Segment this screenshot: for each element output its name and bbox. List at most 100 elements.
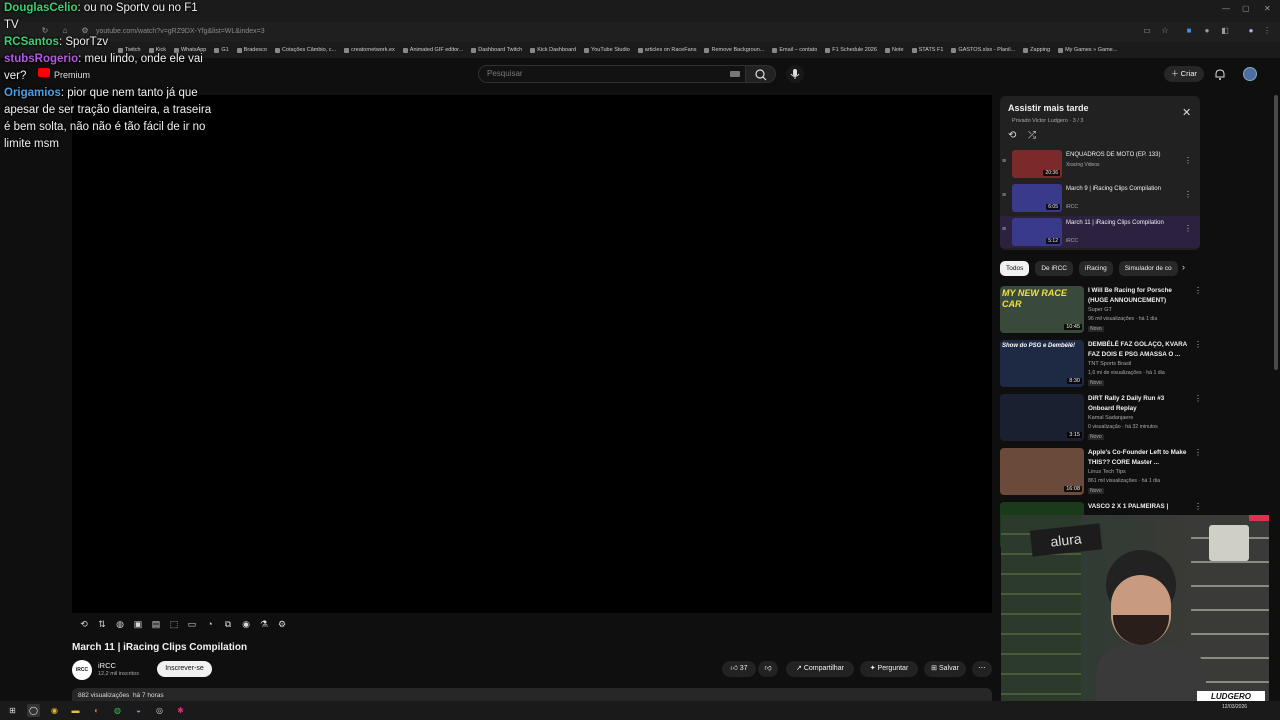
filter-icon[interactable]: ⚗ — [258, 618, 270, 630]
mini-player-icon[interactable]: ▭ — [186, 618, 198, 630]
subscribe-button[interactable]: Inscrever-se — [157, 661, 212, 677]
recommendation-channel[interactable]: Super GT — [1088, 307, 1112, 313]
recommendation-item[interactable]: Show do PSG e Dembélé! 8:30 DEMBÉLÉ FAZ GO… — [1000, 340, 1202, 392]
search-button[interactable] — [746, 65, 776, 83]
playlist-item[interactable]: ≡ 20:36 ENQUADROS DE MOTO (EP. 133) Xracing… — [1000, 148, 1200, 180]
ask-button[interactable]: ✦ Perguntar — [860, 661, 918, 677]
playlist-thumbnail[interactable]: 6:05 — [1012, 184, 1062, 212]
recommendation-channel[interactable]: Kamal Sadanjaere — [1088, 415, 1133, 421]
bookmark-item[interactable]: Cotações Câmbio, c... — [274, 47, 336, 53]
video-thumbnail[interactable]: Show do PSG e Dembélé! 8:30 — [1000, 340, 1084, 387]
playlist-item[interactable]: ≡ 5:12 March 11 | iRacing Clips Compilatio… — [1000, 216, 1200, 248]
browser-menu-icon[interactable]: ⋮ — [1262, 26, 1272, 36]
more-options-icon[interactable]: ⋮ — [1184, 224, 1192, 233]
resize-icon[interactable]: ⬚ — [168, 618, 180, 630]
profile-icon[interactable]: ● — [1246, 26, 1256, 36]
shuffle-icon[interactable]: ⤮ — [1028, 130, 1036, 141]
camera-icon[interactable]: ◉ — [240, 618, 252, 630]
recommendation-item[interactable]: MY NEW RACE CAR 10:45 I Will Be Racing for… — [1000, 286, 1202, 338]
more-options-icon[interactable]: ⋮ — [1194, 340, 1202, 349]
bookmark-item[interactable]: Remove Backgroun... — [704, 47, 764, 53]
loop-playlist-icon[interactable]: ⟲ — [1008, 130, 1016, 141]
drag-handle-icon[interactable]: ≡ — [1002, 226, 1006, 233]
recommendation-title[interactable]: Apple's Co-Founder Left to Make THIS?? C… — [1088, 448, 1188, 468]
video-thumbnail[interactable]: 3:15 — [1000, 394, 1084, 441]
bookmark-item[interactable]: GASTOS.xlsx - Planil... — [951, 47, 1015, 53]
dislike-button[interactable]: 👎︎ — [758, 661, 778, 677]
video-thumbnail[interactable]: MY NEW RACE CAR 10:45 — [1000, 286, 1084, 333]
scrollbar[interactable] — [1274, 95, 1278, 370]
create-button[interactable]: ＋ Criar — [1164, 66, 1204, 82]
bookmark-item[interactable]: My Games » Game... — [1058, 47, 1117, 53]
bookmark-item[interactable]: YouTube Studio — [584, 47, 630, 53]
share-button[interactable]: ↗ Compartilhar — [786, 661, 854, 677]
bookmark-item[interactable]: Bradesco — [236, 47, 267, 53]
url-field[interactable]: youtube.com/watch?v=gRZ9DX-Yfg&list=WL&i… — [92, 25, 1132, 39]
settings-icon[interactable]: ⚙ — [276, 618, 288, 630]
video-thumbnail[interactable]: 16:08 — [1000, 448, 1084, 495]
playlist-thumbnail[interactable]: 5:12 — [1012, 218, 1062, 246]
bookmark-item[interactable]: creatornetwork.ex — [344, 47, 395, 53]
more-options-icon[interactable]: ⋮ — [1184, 156, 1192, 165]
like-button[interactable]: 👍︎ 37 — [722, 661, 756, 677]
bookmark-item[interactable]: Kick Dashboard — [530, 47, 576, 53]
recommendation-item[interactable]: 3:15 DiRT Rally 2 Daily Run #3 Onboard Re… — [1000, 394, 1202, 446]
screenshot-icon[interactable]: ▣ — [132, 618, 144, 630]
keyboard-icon[interactable] — [730, 71, 740, 77]
more-options-icon[interactable]: ⋮ — [1194, 286, 1202, 295]
bookmark-item[interactable]: Zapping — [1023, 47, 1050, 53]
sort-icon[interactable]: ⇅ — [96, 618, 108, 630]
bookmark-item[interactable]: Email – contato — [772, 47, 817, 53]
file-explorer-icon[interactable]: ▬ — [69, 704, 82, 717]
firefox-icon[interactable]: ◐ — [90, 704, 103, 717]
discord-icon[interactable]: ◒ — [132, 704, 145, 717]
recommendation-title[interactable]: I Will Be Racing for Porsche (HUGE ANNOU… — [1088, 286, 1188, 306]
cast-icon[interactable]: ▭ — [1142, 26, 1152, 36]
bookmark-item[interactable]: F1 Schedule 2026 — [825, 47, 877, 53]
close-icon[interactable]: ✕ — [1182, 106, 1191, 119]
windows-start-icon[interactable]: ⊞ — [6, 704, 19, 717]
minimize-icon[interactable]: — — [1222, 4, 1230, 13]
channel-name[interactable]: iRCC — [98, 661, 116, 670]
bookmark-item[interactable]: Animated GIF editor... — [402, 47, 463, 53]
drag-handle-icon[interactable]: ≡ — [1002, 192, 1006, 199]
bookmark-item[interactable]: STATS F1 — [911, 47, 943, 53]
playlist-title[interactable]: Assistir mais tarde — [1008, 103, 1089, 113]
recommendation-channel[interactable]: TNT Sports Brasil — [1088, 361, 1131, 367]
recommendation-title[interactable]: DEMBÉLÉ FAZ GOLAÇO, KVARA FAZ DOIS E PSG… — [1088, 340, 1188, 360]
bookmark-item[interactable]: Note — [884, 47, 904, 53]
loop-icon[interactable]: ⟲ — [78, 618, 90, 630]
popup-icon[interactable]: ⧉ — [222, 618, 234, 630]
filter-chip[interactable]: Todos — [1000, 261, 1030, 276]
whatsapp-icon[interactable]: ◍ — [111, 704, 124, 717]
recommendation-title[interactable]: DiRT Rally 2 Daily Run #3 Onboard Replay — [1088, 394, 1188, 414]
more-options-icon[interactable]: ⋮ — [1194, 448, 1202, 457]
filter-chip[interactable]: iRacing — [1079, 261, 1113, 276]
extension-icon-2[interactable]: ● — [1202, 26, 1212, 36]
search-input[interactable]: Pesquisar — [478, 65, 746, 83]
speed-icon[interactable]: ◔ — [204, 618, 216, 630]
bookmark-star-icon[interactable]: ☆ — [1160, 26, 1170, 36]
close-window-icon[interactable]: ✕ — [1264, 4, 1271, 13]
mic-button[interactable] — [786, 65, 804, 83]
recommendation-channel[interactable]: Linus Tech Tips — [1088, 469, 1126, 475]
bookmark-item[interactable]: Dashboard Twitch — [471, 47, 522, 53]
filter-chip[interactable]: De iRCC — [1035, 261, 1074, 276]
recommendation-title[interactable]: VASCO 2 X 1 PALMEIRAS | — [1088, 502, 1188, 512]
playlist-thumbnail[interactable]: 20:36 — [1012, 150, 1062, 178]
obs-icon[interactable]: ◎ — [153, 704, 166, 717]
more-options-icon[interactable]: ⋮ — [1194, 394, 1202, 403]
cinema-icon[interactable]: ▤ — [150, 618, 162, 630]
search-taskbar-icon[interactable]: ◯ — [27, 704, 40, 717]
filter-chip[interactable]: Simulador de co — [1118, 261, 1178, 276]
extension-icon[interactable]: ■ — [1184, 26, 1194, 36]
avatar[interactable] — [1243, 67, 1257, 81]
extensions-menu-icon[interactable]: ◧ — [1220, 26, 1230, 36]
maximize-icon[interactable]: ▢ — [1242, 4, 1250, 13]
app-icon[interactable]: ✱ — [174, 704, 187, 717]
more-options-icon[interactable]: ⋮ — [1184, 190, 1192, 199]
drag-handle-icon[interactable]: ≡ — [1002, 158, 1006, 165]
channel-avatar[interactable]: iRCC — [72, 660, 92, 680]
more-actions-button[interactable]: ⋯ — [972, 661, 992, 677]
recommendation-item[interactable]: 16:08 Apple's Co-Founder Left to Make THI… — [1000, 448, 1202, 500]
